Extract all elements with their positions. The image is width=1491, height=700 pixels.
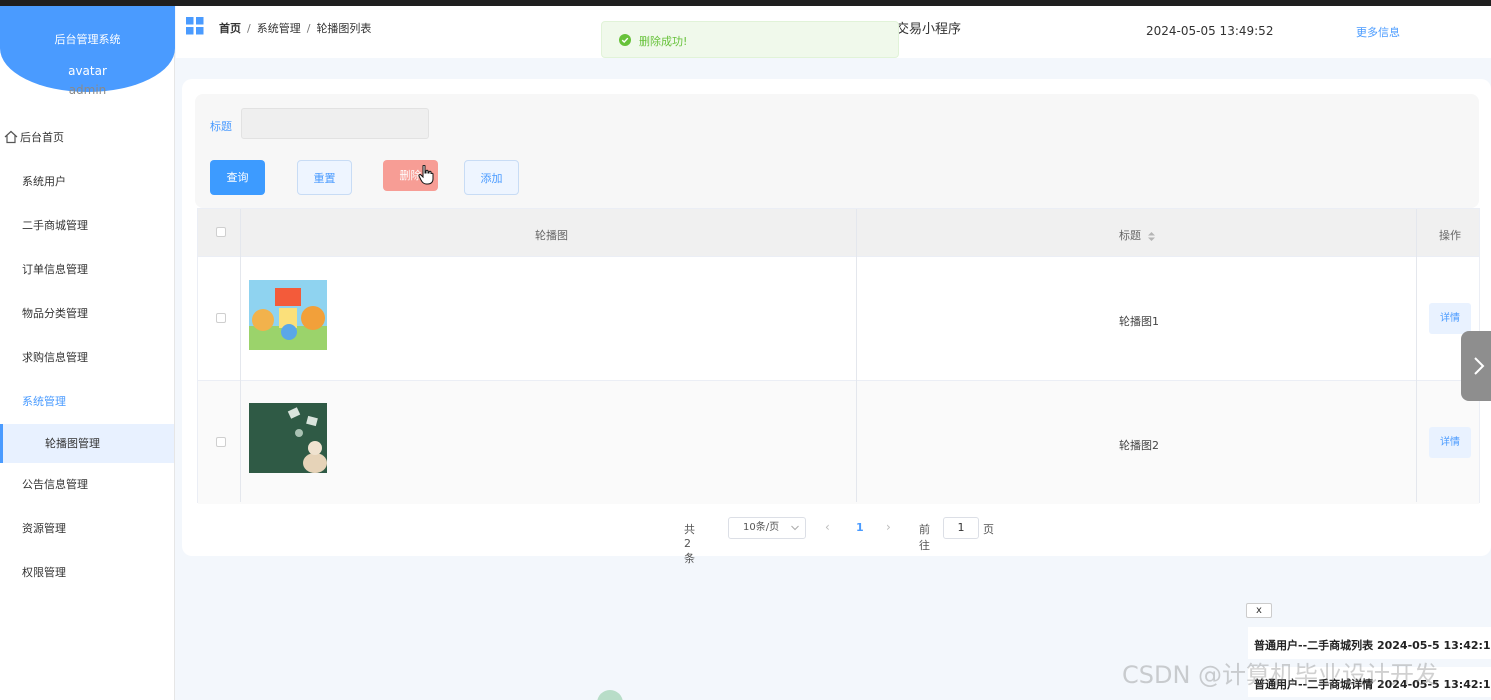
sidebar-item-orders[interactable]: 订单信息管理 — [0, 248, 174, 292]
column-header-title[interactable]: 标题 — [1119, 227, 1155, 243]
hand-cursor-icon — [418, 165, 434, 185]
pagination-total: 共 2 条 — [684, 523, 695, 565]
row-title: 轮播图1 — [1119, 315, 1159, 328]
table-header: 轮播图 标题 操作 — [198, 209, 1479, 256]
sidebar-item-secondhand-mall[interactable]: 二手商城管理 — [0, 204, 174, 248]
page-size-value: 10条/页 — [743, 522, 780, 533]
column-header-title-label: 标题 — [1119, 229, 1141, 242]
select-all-checkbox[interactable] — [216, 227, 226, 237]
row-title: 轮播图2 — [1119, 439, 1159, 452]
table-row: 轮播图1 详情 — [198, 256, 1479, 380]
search-title-label: 标题 — [210, 120, 232, 133]
detail-button[interactable]: 详情 — [1429, 427, 1471, 458]
csdn-watermark: CSDN @计算机毕业设计开发 — [1122, 661, 1439, 689]
success-toast: 删除成功! — [601, 21, 899, 58]
sidebar-item-carousel[interactable]: 轮播图管理 — [0, 424, 174, 463]
sidebar-item-system-management[interactable]: 系统管理 — [0, 380, 174, 424]
search-title-input[interactable] — [241, 108, 429, 139]
reset-button[interactable]: 重置 — [297, 160, 352, 195]
prev-page-button[interactable]: ‹ — [825, 520, 830, 534]
floating-dot — [597, 690, 623, 700]
add-button[interactable]: 添加 — [464, 160, 519, 195]
toast-message: 删除成功! — [639, 35, 688, 48]
sidebar-item-permissions[interactable]: 权限管理 — [0, 551, 174, 595]
column-divider — [1416, 209, 1417, 502]
brand-title: 后台管理系统 — [54, 33, 121, 46]
carousel-image-1 — [249, 280, 327, 350]
next-page-button[interactable]: › — [886, 520, 891, 534]
row-checkbox[interactable] — [216, 313, 226, 323]
carousel-table: 轮播图 标题 操作 轮播图1 详情 轮播图2 详情 — [197, 208, 1480, 504]
avatar[interactable]: avatar — [0, 64, 175, 78]
breadcrumb-system[interactable]: 系统管理 — [257, 22, 301, 35]
sort-icon[interactable] — [1147, 231, 1155, 241]
chevron-down-icon — [791, 525, 799, 531]
page-suffix: 页 — [983, 523, 994, 536]
grid-menu-icon[interactable] — [186, 17, 204, 35]
goto-page-input[interactable]: 1 — [943, 517, 979, 539]
sidebar-item-label: 后台首页 — [20, 131, 64, 144]
sidebar-item-announcements[interactable]: 公告信息管理 — [0, 463, 174, 507]
app-title: 交易小程序 — [896, 22, 962, 37]
column-divider — [240, 209, 241, 502]
breadcrumb-home[interactable]: 首页 — [219, 22, 241, 35]
current-datetime: 2024-05-05 13:49:52 — [1146, 24, 1274, 38]
table-row: 轮播图2 详情 — [198, 380, 1479, 504]
breadcrumb: 首页 / 系统管理 / 轮播图列表 — [219, 22, 372, 35]
close-notifications-button[interactable]: x — [1246, 603, 1272, 618]
detail-button[interactable]: 详情 — [1429, 303, 1471, 334]
sidebar-item-system-users[interactable]: 系统用户 — [0, 160, 174, 204]
goto-label: 前往 — [919, 523, 930, 552]
breadcrumb-current: 轮播图列表 — [316, 22, 372, 35]
sidebar: 后台管理系统 avatar admin 后台首页 系统用户 二手商城管理 订单信… — [0, 6, 175, 700]
next-panel-button[interactable] — [1461, 331, 1491, 401]
home-icon — [4, 130, 18, 144]
check-circle-icon — [619, 34, 631, 46]
sidebar-item-categories[interactable]: 物品分类管理 — [0, 292, 174, 336]
brand-header: 后台管理系统 avatar admin — [0, 6, 175, 97]
column-divider — [856, 209, 857, 502]
row-checkbox[interactable] — [216, 437, 226, 447]
sidebar-item-purchase-requests[interactable]: 求购信息管理 — [0, 336, 174, 380]
query-button[interactable]: 查询 — [210, 160, 265, 195]
column-header-actions: 操作 — [1439, 229, 1461, 242]
page-size-select[interactable]: 10条/页 — [728, 517, 806, 539]
column-header-image: 轮播图 — [535, 229, 568, 242]
current-page[interactable]: 1 — [856, 521, 864, 534]
username: admin — [68, 83, 107, 97]
sidebar-menu: 后台首页 系统用户 二手商城管理 订单信息管理 物品分类管理 求购信息管理 系统… — [0, 116, 174, 595]
sidebar-item-resources[interactable]: 资源管理 — [0, 507, 174, 551]
sidebar-item-home[interactable]: 后台首页 — [0, 116, 174, 160]
more-info-link[interactable]: 更多信息 — [1356, 24, 1400, 40]
chevron-right-icon — [1474, 357, 1485, 375]
carousel-image-2 — [249, 403, 327, 473]
